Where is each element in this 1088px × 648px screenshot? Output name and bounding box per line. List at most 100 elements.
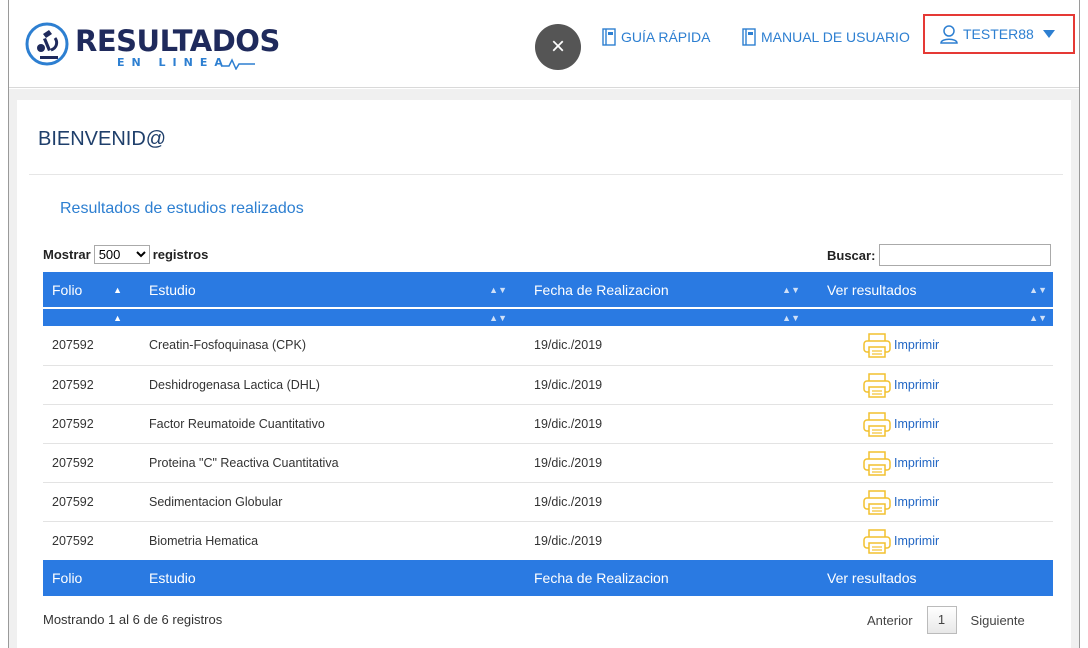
filter-cell[interactable]: ▲▼	[140, 307, 525, 326]
printer-icon	[863, 411, 891, 437]
filter-cell[interactable]: ▲	[43, 307, 140, 326]
action-cell: Imprimir	[818, 404, 1053, 443]
next-page-button[interactable]: Siguiente	[971, 613, 1025, 628]
table-footer-row: Folio Estudio Fecha de Realizacion Ver r…	[43, 560, 1053, 596]
sort-both-icon: ▲▼	[1029, 284, 1047, 295]
app-frame: RESULTADOS EN LINEA × GUÍA RÁPIDA MANUAL…	[8, 0, 1080, 648]
folio-cell: 207592	[52, 455, 94, 470]
folio-cell: 207592	[52, 338, 94, 353]
table-row: 207592 Creatin-Fosfoquinasa (CPK) 19/dic…	[43, 326, 1053, 365]
footer-folio: Folio	[52, 570, 83, 586]
print-link[interactable]: Imprimir	[862, 489, 1053, 515]
folio-cell: 207592	[52, 533, 94, 548]
column-header-estudio[interactable]: Estudio ▲▼	[140, 272, 525, 308]
close-button[interactable]: ×	[535, 24, 581, 70]
table-row: 207592 Factor Reumatoide Cuantitativo 19…	[43, 404, 1053, 443]
user-manual-label: MANUAL DE USUARIO	[761, 29, 910, 45]
folio-cell: 207592	[52, 377, 94, 392]
estudio-cell: Factor Reumatoide Cuantitativo	[149, 416, 325, 431]
page-length-control: Mostrar 500 registros	[43, 245, 208, 264]
table-row: 207592 Sedimentacion Globular 19/dic./20…	[43, 482, 1053, 521]
estudio-cell: Deshidrogenasa Lactica (DHL)	[149, 377, 320, 392]
printer-icon	[863, 489, 891, 515]
print-label: Imprimir	[894, 494, 940, 509]
column-header-folio[interactable]: Folio ▲	[43, 272, 140, 308]
page-length-select[interactable]: 500	[93, 245, 150, 264]
printer-icon	[863, 372, 891, 398]
estudio-cell: Creatin-Fosfoquinasa (CPK)	[149, 338, 307, 353]
estudio-cell: Sedimentacion Globular	[149, 494, 283, 509]
table-body: 207592 Creatin-Fosfoquinasa (CPK) 19/dic…	[43, 326, 1053, 560]
quick-guide-label: GUÍA RÁPIDA	[621, 29, 711, 45]
print-link[interactable]: Imprimir	[862, 450, 1053, 476]
print-link[interactable]: Imprimir	[862, 528, 1053, 554]
fecha-cell: 19/dic./2019	[534, 494, 603, 509]
table-filter-row: ▲ ▲▼ ▲▼ ▲▼	[43, 307, 1053, 326]
print-label: Imprimir	[894, 416, 940, 431]
footer-estudio: Estudio	[149, 570, 196, 586]
print-label: Imprimir	[894, 455, 940, 470]
print-link[interactable]: Imprimir	[862, 411, 1053, 437]
printer-icon	[863, 450, 891, 476]
section-subtitle: Resultados de estudios realizados	[60, 200, 304, 217]
fecha-cell: 19/dic./2019	[534, 533, 603, 548]
action-cell: Imprimir	[818, 365, 1053, 404]
quick-guide-link[interactable]: GUÍA RÁPIDA	[601, 28, 710, 46]
close-icon: ×	[550, 33, 565, 60]
action-cell: Imprimir	[818, 482, 1053, 521]
divider	[29, 174, 1063, 175]
user-icon	[940, 25, 958, 44]
top-header: RESULTADOS EN LINEA × GUÍA RÁPIDA MANUAL…	[9, 0, 1079, 88]
print-link[interactable]: Imprimir	[862, 332, 1053, 358]
user-manual-link[interactable]: MANUAL DE USUARIO	[741, 28, 910, 46]
length-suffix: registros	[152, 247, 209, 262]
sort-both-icon: ▲▼	[782, 312, 800, 323]
action-cell: Imprimir	[818, 443, 1053, 482]
folio-cell: 207592	[52, 494, 94, 509]
book-icon	[602, 28, 616, 46]
filter-cell[interactable]: ▲▼	[818, 307, 1053, 326]
fecha-cell: 19/dic./2019	[534, 377, 603, 392]
search-control: Buscar:	[827, 244, 1052, 266]
book-icon	[742, 28, 756, 46]
user-name: TESTER88	[963, 26, 1034, 42]
search-input[interactable]	[879, 244, 1052, 266]
fecha-cell: 19/dic./2019	[534, 416, 603, 431]
logo-subtitle: EN LINEA	[117, 56, 230, 69]
sort-both-icon: ▲▼	[489, 312, 507, 323]
column-header-fecha[interactable]: Fecha de Realizacion ▲▼	[525, 272, 818, 308]
filter-cell[interactable]: ▲▼	[525, 307, 818, 326]
length-prefix: Mostrar	[43, 247, 91, 262]
logo-title: RESULTADOS	[75, 24, 280, 58]
estudio-cell: Biometria Hematica	[149, 533, 259, 548]
pagination: Anterior 1 Siguiente	[867, 606, 1025, 634]
print-label: Imprimir	[894, 533, 940, 548]
print-link[interactable]: Imprimir	[862, 372, 1053, 398]
fecha-cell: 19/dic./2019	[534, 338, 603, 353]
sort-up-icon: ▲	[113, 312, 122, 323]
table-row: 207592 Deshidrogenasa Lactica (DHL) 19/d…	[43, 365, 1053, 404]
results-table: Folio ▲ Estudio ▲▼ Fecha de Realizacion ▲▼ …	[43, 272, 1053, 596]
page-title: BIENVENID@	[38, 128, 167, 150]
sort-both-icon: ▲▼	[782, 284, 800, 295]
previous-page-button[interactable]: Anterior	[867, 613, 913, 628]
print-label: Imprimir	[894, 377, 940, 392]
table-info: Mostrando 1 al 6 de 6 registros	[43, 612, 223, 627]
sort-up-icon: ▲	[113, 284, 122, 295]
column-header-ver[interactable]: Ver resultados ▲▼	[818, 272, 1053, 308]
action-cell: Imprimir	[818, 326, 1053, 365]
folio-cell: 207592	[52, 416, 94, 431]
pulse-wave-icon	[221, 58, 255, 70]
caret-down-icon	[1042, 30, 1055, 38]
search-label: Buscar:	[827, 247, 876, 263]
user-menu-button[interactable]: TESTER88	[923, 14, 1075, 54]
estudio-cell: Proteina "C" Reactiva Cuantitativa	[149, 455, 339, 470]
page-1-button[interactable]: 1	[926, 606, 957, 634]
table-row: 207592 Biometria Hematica 19/dic./2019 I…	[43, 521, 1053, 560]
print-label: Imprimir	[894, 338, 940, 353]
sort-both-icon: ▲▼	[489, 284, 507, 295]
sort-both-icon: ▲▼	[1029, 312, 1047, 323]
footer-ver: Ver resultados	[827, 570, 917, 586]
printer-icon	[863, 529, 891, 554]
logo[interactable]: RESULTADOS EN LINEA	[25, 18, 280, 70]
